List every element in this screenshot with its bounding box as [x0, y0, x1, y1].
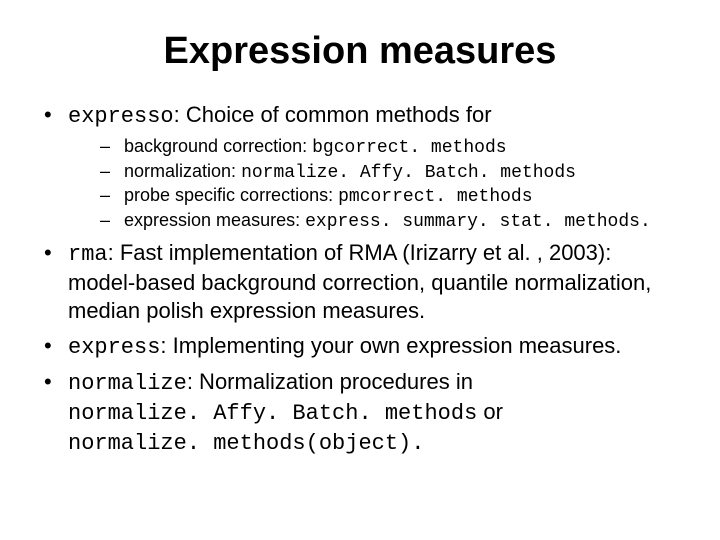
sub-text: background correction:	[124, 136, 312, 156]
slide-title: Expression measures	[40, 30, 680, 73]
text-normalize-b: or	[477, 399, 503, 424]
bullet-expresso: expresso: Choice of common methods for b…	[40, 101, 680, 233]
slide: Expression measures expresso: Choice of …	[0, 0, 720, 540]
text-express: : Implementing your own expression measu…	[160, 333, 621, 358]
text-normalize-a: : Normalization procedures in	[187, 369, 473, 394]
code-normalize-methods-object: normalize. methods(object).	[68, 431, 424, 456]
sub-bullet-pmcorrect: probe specific corrections: pmcorrect. m…	[98, 184, 680, 209]
code-expresso: expresso	[68, 104, 174, 129]
bullet-normalize: normalize: Normalization procedures in n…	[40, 368, 680, 458]
code-rma: rma	[68, 242, 108, 267]
code-express: express	[68, 335, 160, 360]
code-express-summary: express. summary. stat. methods.	[305, 212, 651, 232]
sub-bullet-normalize: normalization: normalize. Affy. Batch. m…	[98, 160, 680, 185]
text-rma: : Fast implementation of RMA (Irizarry e…	[68, 240, 651, 323]
sub-bullet-express-summary: expression measures: express. summary. s…	[98, 209, 680, 234]
sub-text: normalization:	[124, 161, 241, 181]
sub-text: probe specific corrections:	[124, 185, 338, 205]
code-normalize-affy-batch: normalize. Affy. Batch. methods	[68, 401, 477, 426]
sub-bullet-list: background correction: bgcorrect. method…	[68, 135, 680, 233]
bullet-express: express: Implementing your own expressio…	[40, 332, 680, 362]
sub-bullet-bgcorrect: background correction: bgcorrect. method…	[98, 135, 680, 160]
code-normalize-affy: normalize. Affy. Batch. methods	[241, 163, 576, 183]
text-expresso: : Choice of common methods for	[174, 102, 492, 127]
bullet-rma: rma: Fast implementation of RMA (Irizarr…	[40, 239, 680, 325]
code-pmcorrect: pmcorrect. methods	[338, 187, 532, 207]
sub-text: expression measures:	[124, 210, 305, 230]
code-normalize: normalize	[68, 371, 187, 396]
code-bgcorrect: bgcorrect. methods	[312, 138, 506, 158]
bullet-list: expresso: Choice of common methods for b…	[40, 101, 680, 458]
